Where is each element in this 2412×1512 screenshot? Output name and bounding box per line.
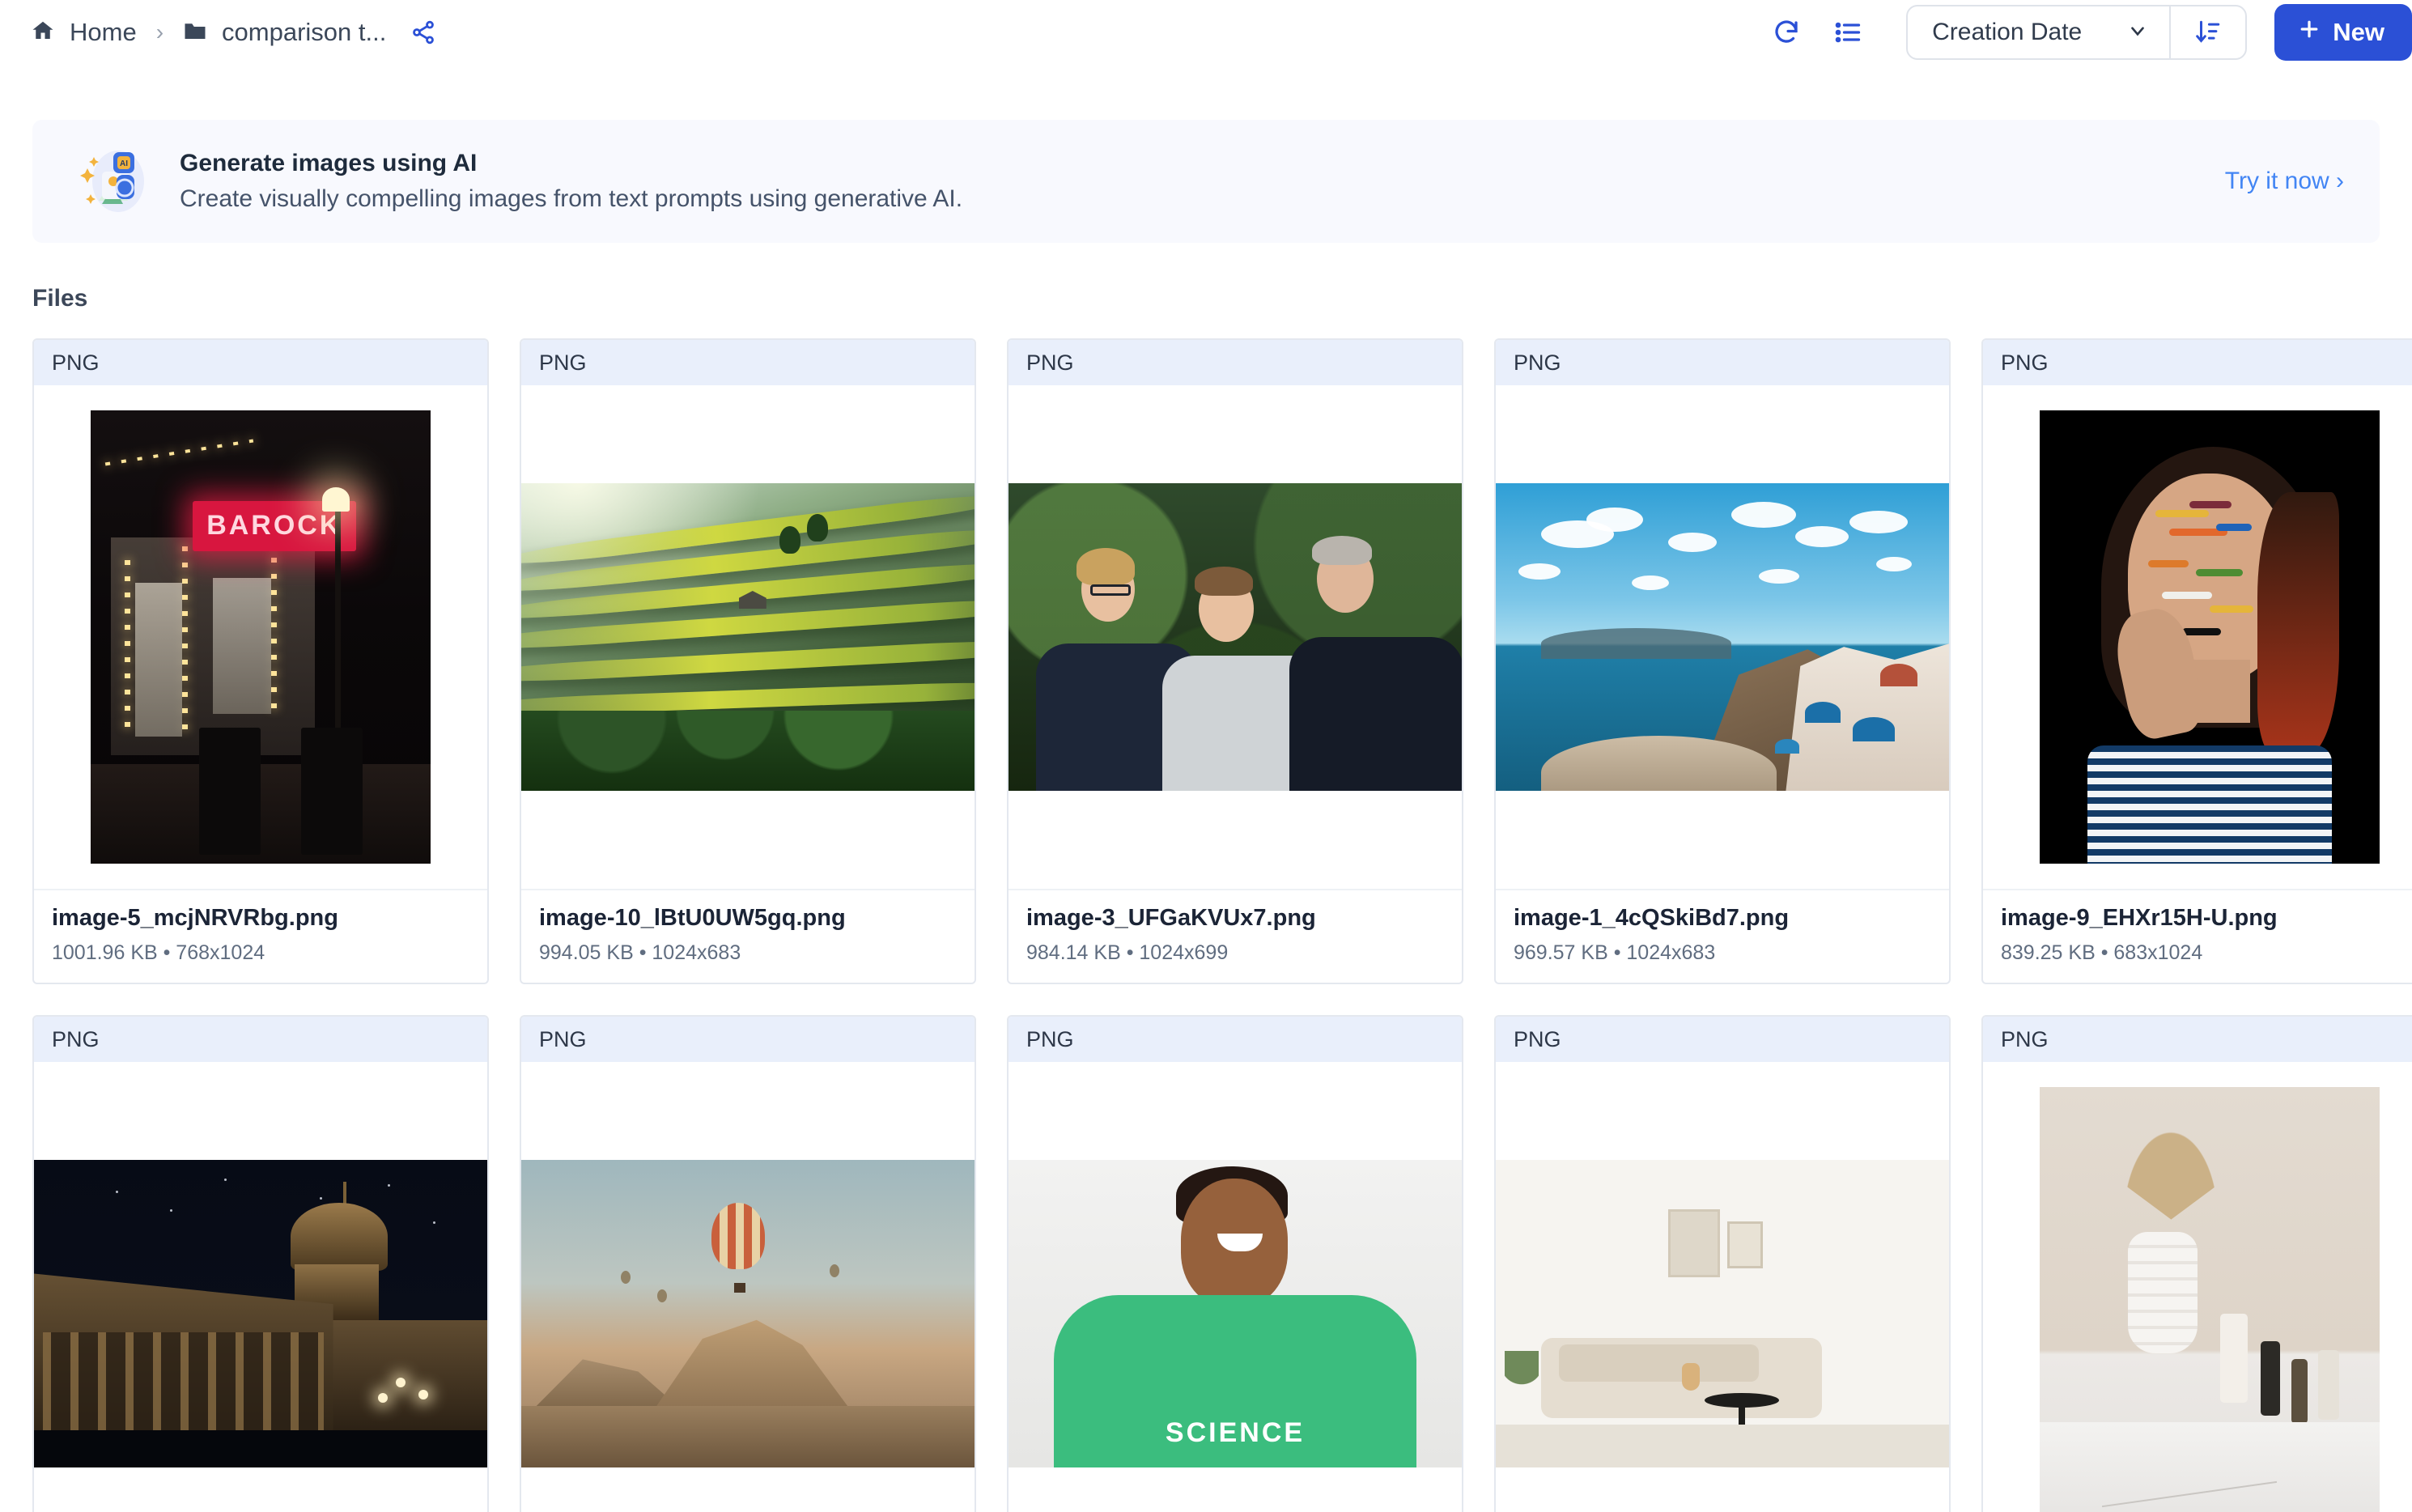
top-toolbar: Home › comparison t...: [0, 0, 2412, 65]
file-name: image-5_mcjNRVRbg.png: [52, 905, 469, 932]
breadcrumb-item-folder[interactable]: comparison t...: [183, 18, 386, 47]
file-thumbnail: [521, 385, 975, 889]
ai-promo-banner[interactable]: AI Generate images using AI Create visua…: [32, 120, 2380, 243]
file-card[interactable]: PNG: [32, 1015, 489, 1512]
file-type-badge: PNG: [1009, 1017, 1462, 1062]
file-type-badge: PNG: [1009, 340, 1462, 385]
file-card[interactable]: PNG SCIENCE: [1007, 1015, 1463, 1512]
buda-castle-night-thumb: [34, 1160, 487, 1467]
night-street-barock-neon-sign-thumb: BAROCK: [91, 410, 431, 864]
rice-terraces-landscape-thumb: [521, 483, 975, 791]
file-meta: 984.14 KB • 1024x699: [1026, 941, 1444, 965]
file-card[interactable]: PNG: [1981, 1015, 2412, 1512]
new-button-label: New: [2333, 18, 2384, 47]
home-icon: [31, 19, 55, 47]
toolbar-actions: Creation Date New: [1762, 0, 2412, 65]
ai-image-illustration-icon: AI: [78, 144, 152, 219]
file-card[interactable]: PNG image-3_UFGaKVUx7.png 984.14 KB • 10…: [1007, 338, 1463, 984]
folder-icon: [183, 20, 207, 45]
file-meta: 969.57 KB • 1024x683: [1514, 941, 1931, 965]
breadcrumb-folder-label: comparison t...: [222, 18, 386, 47]
file-card[interactable]: PNG: [1494, 1015, 1951, 1512]
file-thumbnail: [1009, 385, 1462, 889]
minimal-living-room-thumb: [1496, 1160, 1949, 1467]
sort-control-group: Creation Date: [1906, 5, 2247, 60]
file-name: image-3_UFGaKVUx7.png: [1026, 905, 1444, 932]
file-meta: 1001.96 KB • 768x1024: [52, 941, 469, 965]
file-thumbnail: [1496, 1062, 1949, 1512]
file-type-badge: PNG: [1983, 340, 2412, 385]
new-button[interactable]: New: [2274, 4, 2412, 61]
file-thumbnail: [1983, 385, 2412, 889]
file-meta: 994.05 KB • 1024x683: [539, 941, 957, 965]
file-card[interactable]: PNG: [520, 1015, 976, 1512]
sort-field-select[interactable]: Creation Date: [1908, 6, 2169, 58]
hot-air-balloon-cappadocia-thumb: [521, 1160, 975, 1467]
file-name: image-10_lBtU0UW5gq.png: [539, 905, 957, 932]
file-thumbnail: [34, 1062, 487, 1512]
breadcrumb-separator: ›: [156, 19, 163, 45]
santorini-coastline-blue-domes-thumb: [1496, 483, 1949, 791]
sort-descending-icon[interactable]: [2169, 6, 2245, 58]
file-grid: PNG BAROCK image-5_mcjNRVRbg.png 1001.96…: [32, 338, 2412, 1512]
file-thumbnail: SCIENCE: [1009, 1062, 1462, 1512]
svg-text:AI: AI: [120, 159, 128, 168]
woman-face-paint-portrait-thumb: [2040, 410, 2380, 864]
banner-subtitle: Create visually compelling images from t…: [180, 185, 962, 213]
shirt-text: SCIENCE: [1009, 1417, 1462, 1449]
try-it-now-link[interactable]: Try it now ›: [2225, 168, 2344, 195]
refresh-icon[interactable]: [1762, 8, 1811, 57]
family-portrait-outdoors-thumb: [1009, 483, 1462, 791]
files-section-title: Files: [32, 285, 2412, 312]
file-type-badge: PNG: [34, 1017, 487, 1062]
file-thumbnail: [1496, 385, 1949, 889]
breadcrumb-home-label: Home: [70, 18, 137, 47]
file-type-badge: PNG: [1496, 1017, 1949, 1062]
file-type-badge: PNG: [521, 340, 975, 385]
file-name: image-9_EHXr15H-U.png: [2001, 905, 2412, 932]
file-thumbnail: [1983, 1062, 2412, 1512]
chevron-down-icon: [2127, 20, 2148, 45]
breadcrumb-item-home[interactable]: Home: [31, 18, 137, 47]
file-meta: 839.25 KB • 683x1024: [2001, 941, 2412, 965]
file-thumbnail: [521, 1062, 975, 1512]
file-card[interactable]: PNG BAROCK image-5_mcjNRVRbg.png 1001.96…: [32, 338, 489, 984]
vase-with-dried-palm-and-bottles-thumb: [2040, 1087, 2380, 1512]
share-icon[interactable]: [410, 19, 436, 45]
man-green-science-shirt-thumb: SCIENCE: [1009, 1160, 1462, 1467]
file-type-badge: PNG: [521, 1017, 975, 1062]
plus-icon: [2297, 17, 2321, 48]
file-card[interactable]: PNG image-1_4cQSkiBd7.png 969.57 KB • 10…: [1494, 338, 1951, 984]
banner-title: Generate images using AI: [180, 150, 962, 177]
file-type-badge: PNG: [34, 340, 487, 385]
list-view-icon[interactable]: [1824, 8, 1872, 57]
breadcrumb: Home › comparison t...: [31, 18, 436, 47]
file-thumbnail: BAROCK: [34, 385, 487, 889]
file-card[interactable]: PNG image-10_lBtU0UW5gq.png 994.05 KB • …: [520, 338, 976, 984]
file-name: image-1_4cQSkiBd7.png: [1514, 905, 1931, 932]
sort-field-value: Creation Date: [1932, 19, 2082, 46]
file-type-badge: PNG: [1983, 1017, 2412, 1062]
file-type-badge: PNG: [1496, 340, 1949, 385]
file-card[interactable]: PNG image-9_EHXr15H-U.png 839.25 KB • 68…: [1981, 338, 2412, 984]
